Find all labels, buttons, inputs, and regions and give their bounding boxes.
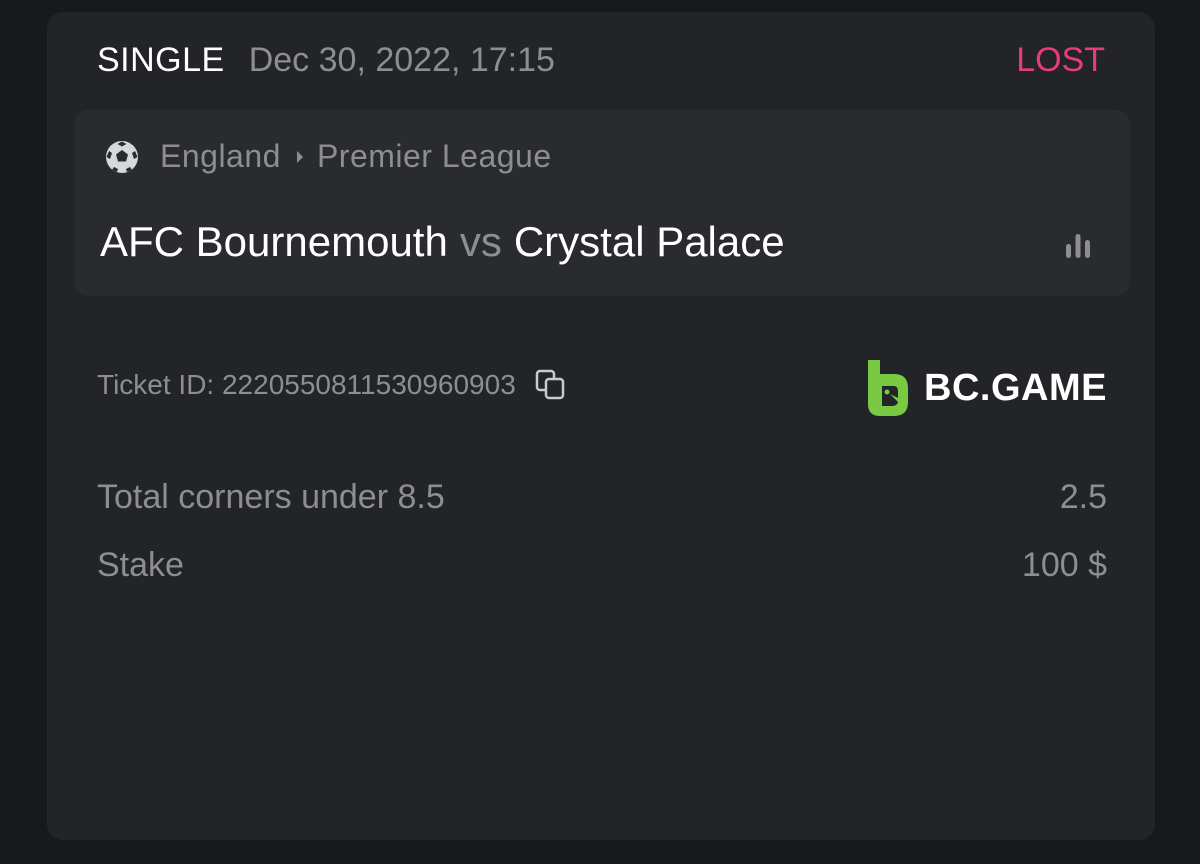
away-team: Crystal Palace <box>513 218 785 265</box>
match-teams: AFC Bournemouth vs Crystal Palace <box>100 218 785 266</box>
breadcrumb: England Premier League <box>104 138 552 175</box>
breadcrumb-country: England <box>160 138 281 174</box>
stake-row: Stake 100 $ <box>97 546 1107 585</box>
vs-label: vs <box>459 218 502 265</box>
chevron-right-icon <box>296 150 303 163</box>
match-box[interactable]: England Premier League AFC Bournemouth v… <box>74 110 1130 296</box>
brand-logo: BC.GAME <box>864 358 1107 418</box>
ticket-id: Ticket ID: 2220550811530960903 <box>97 369 516 400</box>
bet-type: SINGLE <box>97 40 225 79</box>
soccer-ball-icon <box>106 140 138 173</box>
status-badge: LOST <box>1016 40 1105 79</box>
home-team: AFC Bournemouth <box>100 218 448 265</box>
bc-game-logo-icon <box>868 360 909 416</box>
breadcrumb-league: Premier League <box>316 138 552 174</box>
stake-label: Stake <box>97 546 184 584</box>
ticket-header: SINGLE Dec 30, 2022, 17:15 LOST <box>97 38 1105 82</box>
stake-value: 100 $ <box>1021 546 1107 584</box>
bar-chart-icon[interactable] <box>1060 228 1096 264</box>
copy-icon[interactable] <box>534 368 568 402</box>
bet-ticket-card: SINGLE Dec 30, 2022, 17:15 LOST England … <box>47 12 1155 840</box>
market-odds: 2.5 <box>1059 478 1107 516</box>
market-label: Total corners under 8.5 <box>97 478 445 516</box>
bet-date: Dec 30, 2022, 17:15 <box>248 40 555 79</box>
ticket-id-row: Ticket ID: 2220550811530960903 <box>97 368 568 402</box>
brand-name: BC.GAME <box>924 366 1107 409</box>
market-row: Total corners under 8.5 2.5 <box>97 478 1107 517</box>
